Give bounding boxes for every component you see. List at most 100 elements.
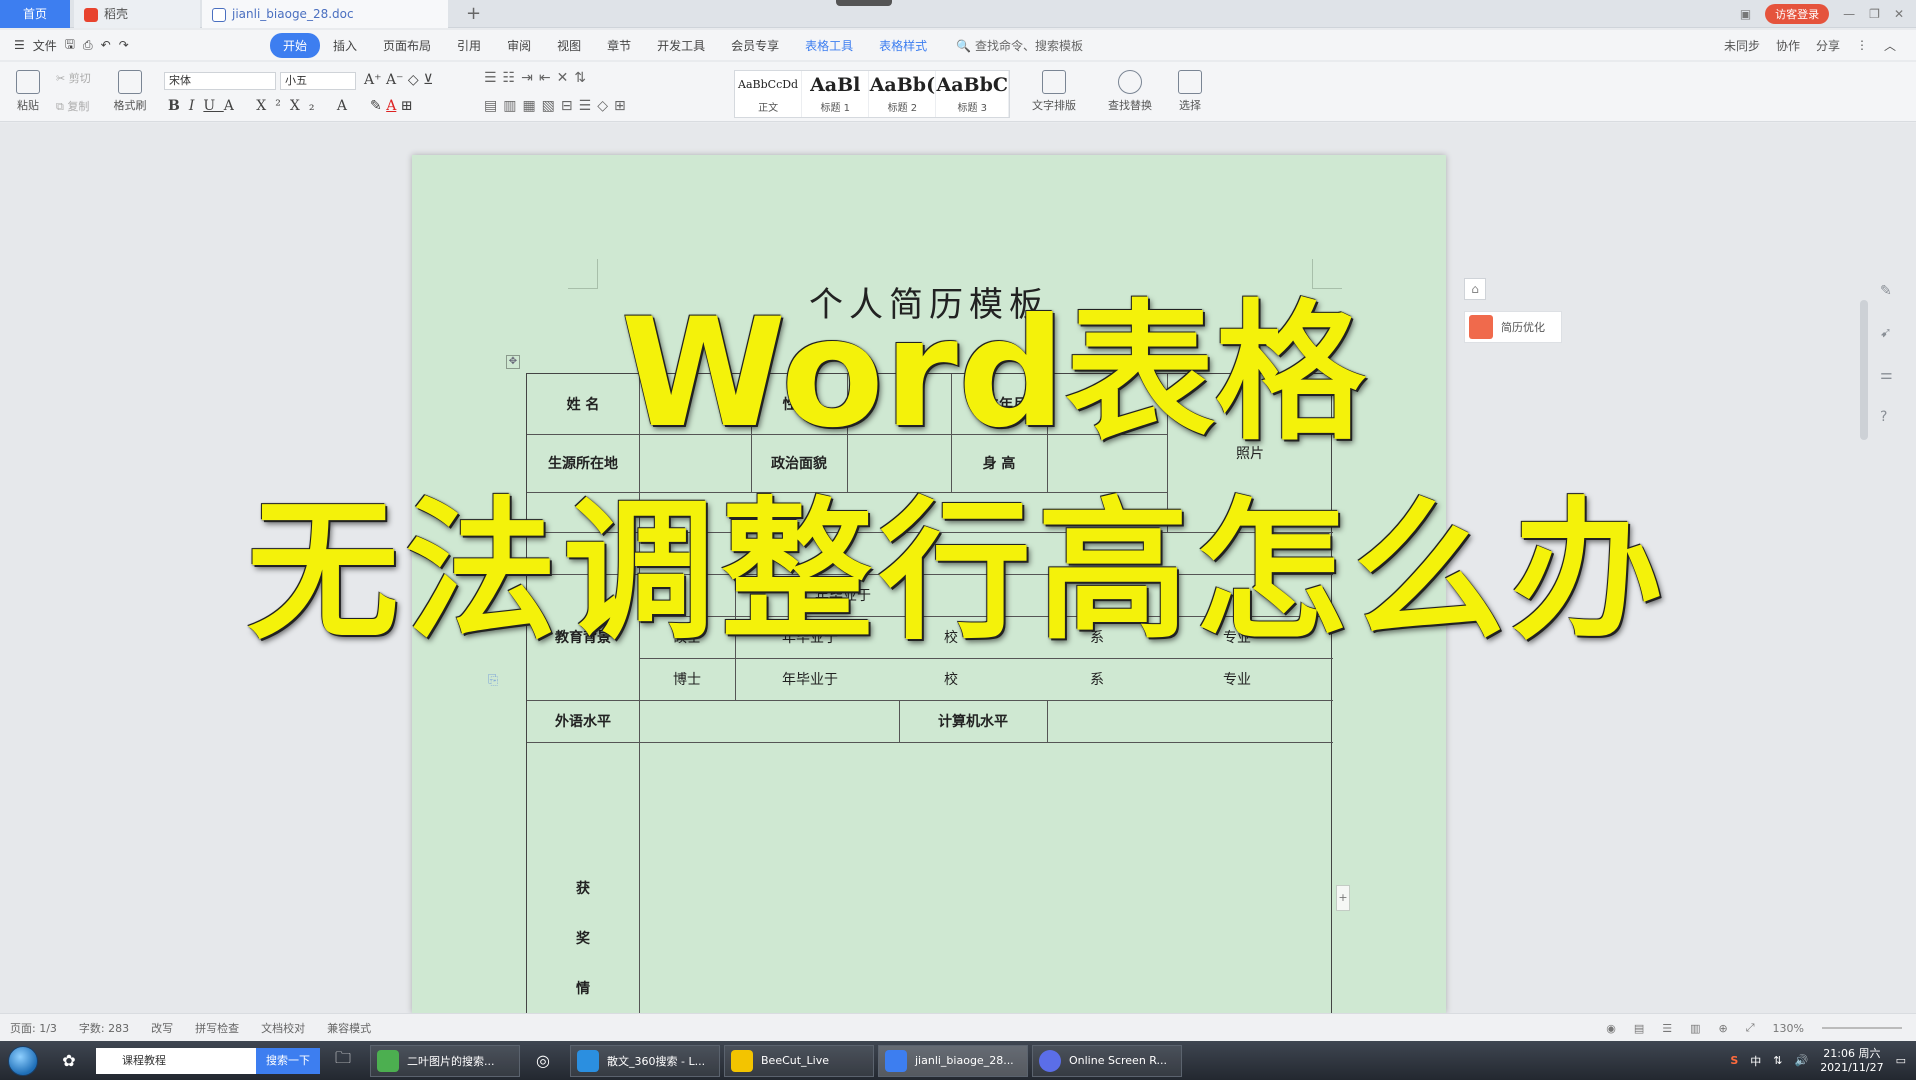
command-search-label: 查找命令、搜索模板: [974, 38, 1083, 53]
new-tab-icon[interactable]: +: [466, 0, 481, 28]
chrome-like-icon[interactable]: ◎: [524, 1046, 562, 1076]
find-replace-label: 查找替换: [1108, 99, 1152, 112]
font-grow-icon[interactable]: A⁺ A⁻ ◇ ⊻: [364, 72, 433, 88]
status-rewrite[interactable]: 改写: [151, 1020, 173, 1036]
cut-button[interactable]: ✂ 剪切: [56, 70, 102, 86]
login-button[interactable]: 访客登录: [1765, 4, 1830, 24]
menu-review[interactable]: 审阅: [494, 33, 544, 58]
format-painter-button[interactable]: 格式刷: [110, 70, 150, 113]
network-icon[interactable]: ⇅: [1773, 1054, 1782, 1067]
menu-section[interactable]: 章节: [594, 33, 644, 58]
tab-docer-label: 稻壳: [104, 7, 129, 21]
select-button[interactable]: 选择: [1168, 70, 1212, 113]
notification-icon[interactable]: ▭: [1896, 1054, 1906, 1067]
collab-button[interactable]: 协作: [1776, 37, 1800, 54]
tab-home[interactable]: 首页: [0, 0, 70, 28]
web-view-icon[interactable]: ⊕: [1719, 1022, 1728, 1035]
minimize-icon[interactable]: —: [1843, 7, 1855, 21]
list-indent-icons[interactable]: ☰☷⇥⇤✕⇅: [484, 70, 592, 86]
align-icons[interactable]: ▤▥▦▧⊟☰◇⊞: [484, 98, 632, 114]
menu-home[interactable]: 开始: [270, 32, 321, 58]
undo-icon[interactable]: ↶: [101, 38, 111, 52]
menu-page-layout[interactable]: 页面布局: [370, 33, 444, 58]
menu-member[interactable]: 会员专享: [718, 33, 792, 58]
wps-logo-icon: [84, 7, 98, 22]
doc-file-icon: [212, 7, 226, 22]
tab-docer[interactable]: 稻壳: [74, 0, 200, 28]
tab-document[interactable]: jianli_biaoge_28.doc: [202, 0, 448, 28]
save-icon[interactable]: 🖫: [65, 35, 75, 56]
task-beecut[interactable]: BeeCut_Live: [724, 1044, 874, 1077]
task-browser-search[interactable]: 二叶图片的搜索...: [370, 1044, 520, 1077]
page-view-icon[interactable]: ▤: [1634, 1022, 1644, 1035]
paragraph-handle-icon[interactable]: ⎘: [488, 673, 498, 688]
zoom-slider[interactable]: [1822, 1027, 1902, 1029]
sync-button[interactable]: 未同步: [1724, 37, 1760, 54]
status-proofread[interactable]: 文档校对: [261, 1020, 305, 1036]
taskbar-search-input[interactable]: 课程教程: [96, 1047, 256, 1074]
wps-writer-icon: [885, 1049, 907, 1072]
cut-label: 剪切: [68, 72, 91, 85]
text-layout-button[interactable]: 文字排版: [1024, 70, 1084, 113]
status-page[interactable]: 页面: 1/3: [10, 1020, 57, 1036]
menu-dev-tools[interactable]: 开发工具: [644, 33, 718, 58]
status-spellcheck[interactable]: 拼写检查: [195, 1020, 239, 1036]
zoom-level[interactable]: 130%: [1773, 1022, 1804, 1035]
beecut-icon: [731, 1049, 753, 1072]
eye-icon[interactable]: ◉: [1606, 1022, 1616, 1035]
style-heading-3[interactable]: AaBbC 标题 3: [936, 71, 1009, 117]
copy-button[interactable]: ⧉ 复制: [56, 98, 102, 114]
paste-button[interactable]: 粘贴: [12, 70, 44, 113]
style-heading-2[interactable]: AaBb(标题 2: [869, 71, 937, 117]
highlight-color-icon[interactable]: ✎ A ⊞: [370, 98, 413, 114]
ime-mode[interactable]: 中: [1750, 1053, 1761, 1069]
read-view-icon[interactable]: ▥: [1690, 1022, 1700, 1035]
table-rule: [1047, 700, 1048, 742]
menu-view[interactable]: 视图: [544, 33, 594, 58]
status-words[interactable]: 字数: 283: [79, 1020, 129, 1036]
system-tray: S 中 ⇅ 🔊 21:06 周六 2021/11/27 ▭: [1730, 1041, 1906, 1080]
menu-table-tools[interactable]: 表格工具: [792, 33, 866, 58]
task-ie-search[interactable]: 散文_360搜索 - L...: [570, 1044, 720, 1077]
more-icon[interactable]: ⋮: [1856, 38, 1868, 52]
close-icon[interactable]: ✕: [1894, 7, 1904, 21]
volume-icon[interactable]: 🔊: [1794, 1054, 1808, 1067]
font-size-select[interactable]: 小五: [280, 72, 356, 90]
title-tab-bar: 首页 稻壳 jianli_biaoge_28.doc + ▣ 访客登录 — ❐ …: [0, 0, 1916, 28]
menu-table-style[interactable]: 表格样式: [866, 33, 940, 58]
add-column-icon[interactable]: +: [1336, 885, 1350, 911]
outline-view-icon[interactable]: ☰: [1662, 1022, 1672, 1035]
collapse-ribbon-icon[interactable]: ︿: [1884, 37, 1896, 54]
task-wps-doc[interactable]: jianli_biaoge_28...: [878, 1044, 1028, 1077]
command-search[interactable]: 🔍 查找命令、搜索模板: [956, 37, 1083, 54]
taskbar-search-button[interactable]: 搜索一下: [256, 1047, 320, 1074]
redo-icon[interactable]: ↷: [119, 38, 129, 52]
font-name-select[interactable]: 宋体: [164, 72, 276, 90]
font-format-icons[interactable]: BIUA X²X₂ A: [168, 98, 356, 114]
start-button[interactable]: [0, 1041, 46, 1080]
style-normal[interactable]: AaBbCcDd 正文: [735, 71, 803, 117]
clock[interactable]: 21:06 周六 2021/11/27: [1820, 1047, 1883, 1075]
file-menu[interactable]: 文件: [33, 37, 57, 54]
paste-icon: [16, 70, 40, 94]
layout-icon[interactable]: ▣: [1740, 7, 1751, 21]
folder-icon[interactable]: 🗀: [324, 1046, 362, 1076]
fit-icon[interactable]: ⤢: [1746, 1021, 1755, 1035]
menu-insert[interactable]: 插入: [320, 33, 370, 58]
menu-icon[interactable]: ☰: [14, 38, 25, 52]
os-taskbar: ✿ 课程教程 搜索一下 🗀 二叶图片的搜索... ◎ 散文_360搜索 - L.…: [0, 1041, 1916, 1080]
pinwheel-app-icon[interactable]: ✿: [50, 1046, 88, 1076]
drag-handle[interactable]: [836, 0, 892, 6]
restore-icon[interactable]: ❐: [1869, 7, 1880, 21]
task-screen-recorder[interactable]: Online Screen R...: [1032, 1044, 1182, 1077]
sogou-ime-icon[interactable]: S: [1730, 1054, 1738, 1067]
task-label: jianli_biaoge_28...: [915, 1054, 1014, 1067]
style-gallery: AaBbCcDd 正文 AaBl 标题 1 AaBb(标题 2 AaBbC 标题 3: [734, 70, 1010, 118]
menu-references[interactable]: 引用: [444, 33, 494, 58]
text-layout-icon: [1042, 70, 1066, 94]
task-label: 二叶图片的搜索...: [407, 1054, 495, 1068]
style-heading-1[interactable]: AaBl 标题 1: [802, 71, 870, 117]
share-button[interactable]: 分享: [1816, 37, 1840, 54]
print-icon[interactable]: ⎙: [83, 38, 93, 53]
find-replace-button[interactable]: 查找替换: [1100, 70, 1160, 113]
